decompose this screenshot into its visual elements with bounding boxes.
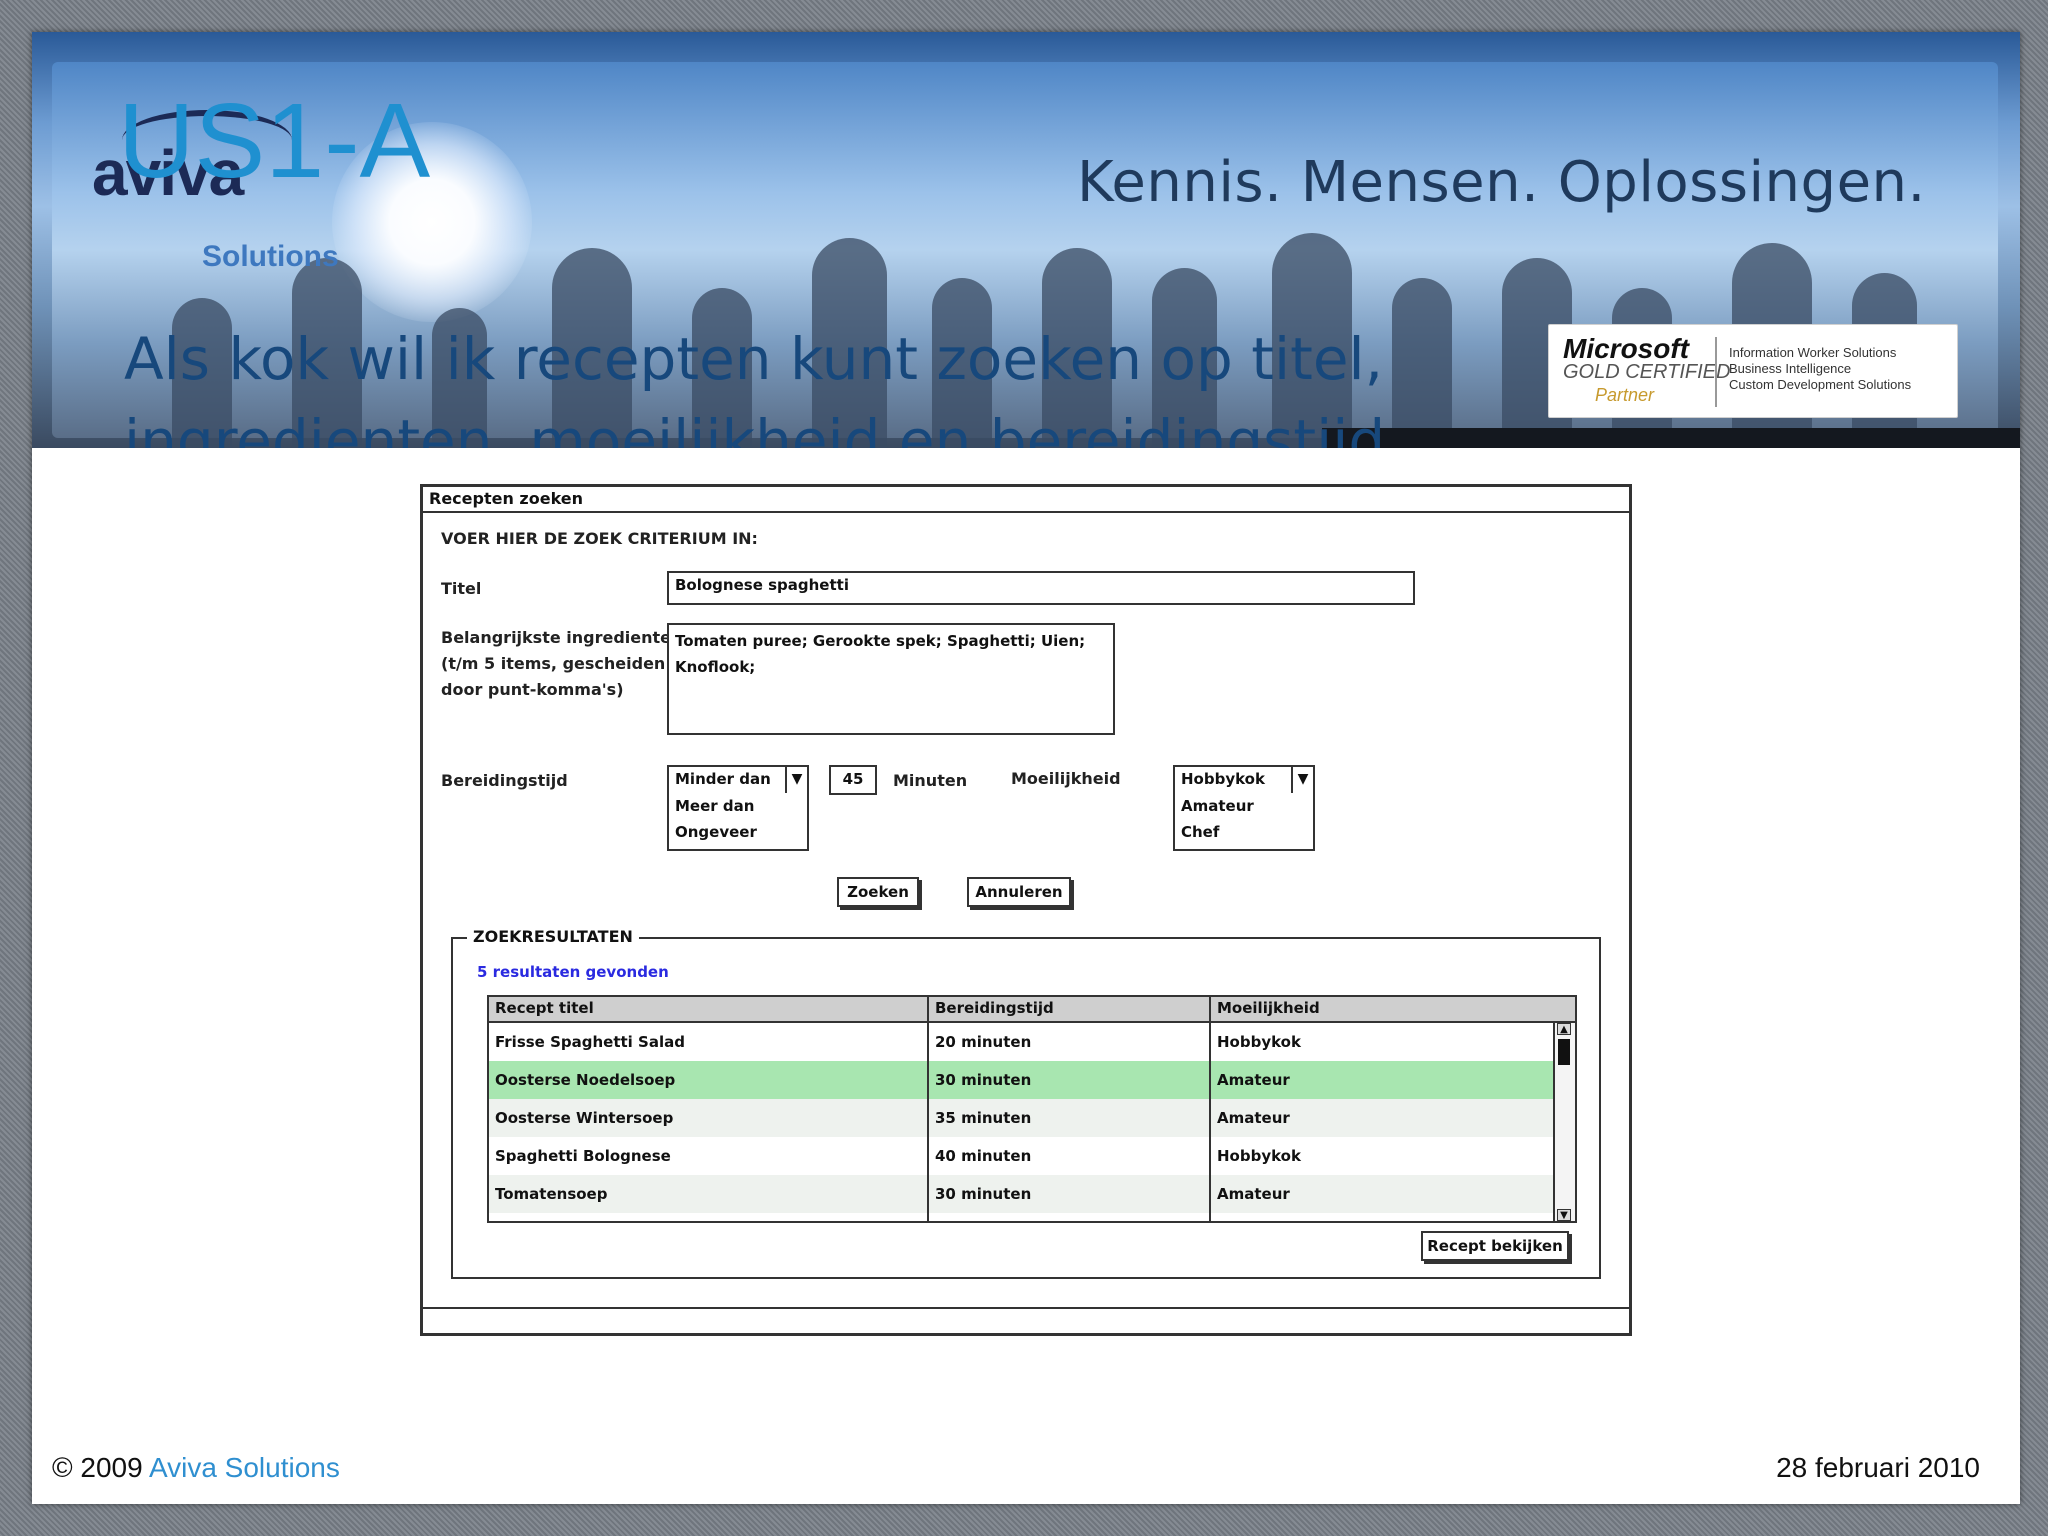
tagline: Kennis. Mensen. Oplossingen. — [1077, 150, 1926, 215]
scroll-thumb[interactable] — [1558, 1039, 1570, 1065]
table-scrollbar[interactable]: ▲ ▼ — [1553, 1023, 1575, 1221]
cell-difficulty: Hobbykok — [1217, 1147, 1301, 1165]
difficulty-label: Moeilijkheid — [1011, 769, 1121, 788]
slide-title: US1-A — [118, 82, 431, 200]
copyright-text: © 2009 — [52, 1452, 143, 1483]
title-input[interactable]: Bolognese spaghetti — [667, 571, 1415, 605]
chevron-down-icon[interactable]: ▼ — [785, 767, 807, 793]
footer-brand-link[interactable]: Aviva Solutions — [149, 1452, 340, 1483]
column-divider — [927, 997, 929, 1221]
table-row[interactable]: Oosterse Wintersoep 35 minuten Amateur — [489, 1099, 1555, 1137]
column-header[interactable]: Recept titel — [489, 997, 600, 1019]
prep-time-select[interactable]: Minder dan ▼ — [667, 765, 809, 795]
column-divider — [1209, 997, 1211, 1221]
results-table: Recept titel Bereidingstijd Moeilijkheid… — [487, 995, 1577, 1223]
prep-option[interactable]: Ongeveer — [669, 819, 807, 845]
cell-time: 20 minuten — [935, 1033, 1032, 1051]
column-header[interactable]: Moeilijkheid — [1211, 997, 1326, 1019]
cell-title: Oosterse Noedelsoep — [495, 1071, 676, 1089]
minutes-label: Minuten — [893, 771, 968, 790]
header-banner: aviva Solutions US1-A Kennis. Mensen. Op… — [32, 32, 2020, 448]
results-group: ZOEKRESULTATEN 5 resultaten gevonden Rec… — [451, 927, 1601, 1279]
table-header: Recept titel Bereidingstijd Moeilijkheid — [489, 997, 1575, 1023]
table-row[interactable]: Frisse Spaghetti Salad 20 minuten Hobbyk… — [489, 1023, 1555, 1061]
view-recipe-button[interactable]: Recept bekijken — [1421, 1231, 1569, 1261]
cell-time: 35 minuten — [935, 1109, 1032, 1127]
prep-time-label: Bereidingstijd — [441, 771, 568, 790]
ingredients-line: Tomaten puree; Gerookte spek; Spaghetti;… — [675, 632, 1086, 650]
table-row-selected[interactable]: Oosterse Noedelsoep 30 minuten Amateur — [489, 1061, 1555, 1099]
prep-time-selected: Minder dan — [675, 770, 771, 788]
results-count: 5 resultaten gevonden — [477, 963, 669, 981]
ingredients-label: Belangrijkste ingredienten (t/m 5 items,… — [441, 625, 682, 703]
difficulty-select[interactable]: Hobbykok ▼ — [1173, 765, 1315, 795]
cell-time: 40 minuten — [935, 1147, 1032, 1165]
difficulty-option[interactable]: Chef — [1175, 819, 1313, 845]
ingredients-label-line: door punt-komma's) — [441, 680, 624, 699]
search-button[interactable]: Zoeken — [837, 877, 919, 907]
title-label: Titel — [441, 579, 482, 598]
table-row[interactable]: Tomatensoep 30 minuten Amateur — [489, 1175, 1555, 1213]
user-story-text: Als kok wil ik recepten kunt zoeken op t… — [124, 325, 1386, 448]
window-title: Recepten zoeken — [423, 487, 1629, 513]
cell-time: 30 minuten — [935, 1185, 1032, 1203]
cell-title: Tomatensoep — [495, 1185, 608, 1203]
cell-difficulty: Amateur — [1217, 1109, 1290, 1127]
recipe-search-mockup: Recepten zoeken VOER HIER DE ZOEK CRITER… — [420, 484, 1632, 1336]
difficulty-selected: Hobbykok — [1181, 770, 1265, 788]
prep-time-options: Meer dan Ongeveer — [667, 793, 809, 851]
ingredients-textarea[interactable]: Tomaten puree; Gerookte spek; Spaghetti;… — [667, 623, 1115, 735]
chevron-down-icon[interactable]: ▼ — [1291, 767, 1313, 793]
table-row[interactable]: Spaghetti Bolognese 40 minuten Hobbykok — [489, 1137, 1555, 1175]
cell-title: Spaghetti Bolognese — [495, 1147, 671, 1165]
ingredients-label-line: (t/m 5 items, gescheiden — [441, 654, 666, 673]
cell-difficulty: Hobbykok — [1217, 1033, 1301, 1051]
slide: aviva Solutions US1-A Kennis. Mensen. Op… — [32, 32, 2020, 1504]
scroll-down-icon[interactable]: ▼ — [1557, 1209, 1571, 1221]
results-legend: ZOEKRESULTATEN — [467, 927, 639, 946]
window-status-bar — [423, 1307, 1629, 1309]
cell-difficulty: Amateur — [1217, 1071, 1290, 1089]
difficulty-option[interactable]: Amateur — [1175, 793, 1313, 819]
logo-subtitle: Solutions — [202, 240, 339, 273]
footer-date: 28 februari 2010 — [1776, 1452, 1980, 1483]
ingredients-line: Knoflook; — [675, 658, 756, 676]
footer-copyright: © 2009 Aviva Solutions — [52, 1452, 340, 1484]
difficulty-options: Amateur Chef — [1173, 793, 1315, 851]
search-instruction: VOER HIER DE ZOEK CRITERIUM IN: — [441, 529, 758, 548]
cancel-button[interactable]: Annuleren — [967, 877, 1071, 907]
column-header[interactable]: Bereidingstijd — [929, 997, 1060, 1019]
cell-title: Oosterse Wintersoep — [495, 1109, 674, 1127]
cell-difficulty: Amateur — [1217, 1185, 1290, 1203]
prep-option[interactable]: Meer dan — [669, 793, 807, 819]
cell-title: Frisse Spaghetti Salad — [495, 1033, 685, 1051]
scroll-up-icon[interactable]: ▲ — [1557, 1023, 1571, 1035]
cell-time: 30 minuten — [935, 1071, 1032, 1089]
minutes-input[interactable]: 45 — [829, 765, 877, 795]
ingredients-label-line: Belangrijkste ingredienten — [441, 628, 683, 647]
